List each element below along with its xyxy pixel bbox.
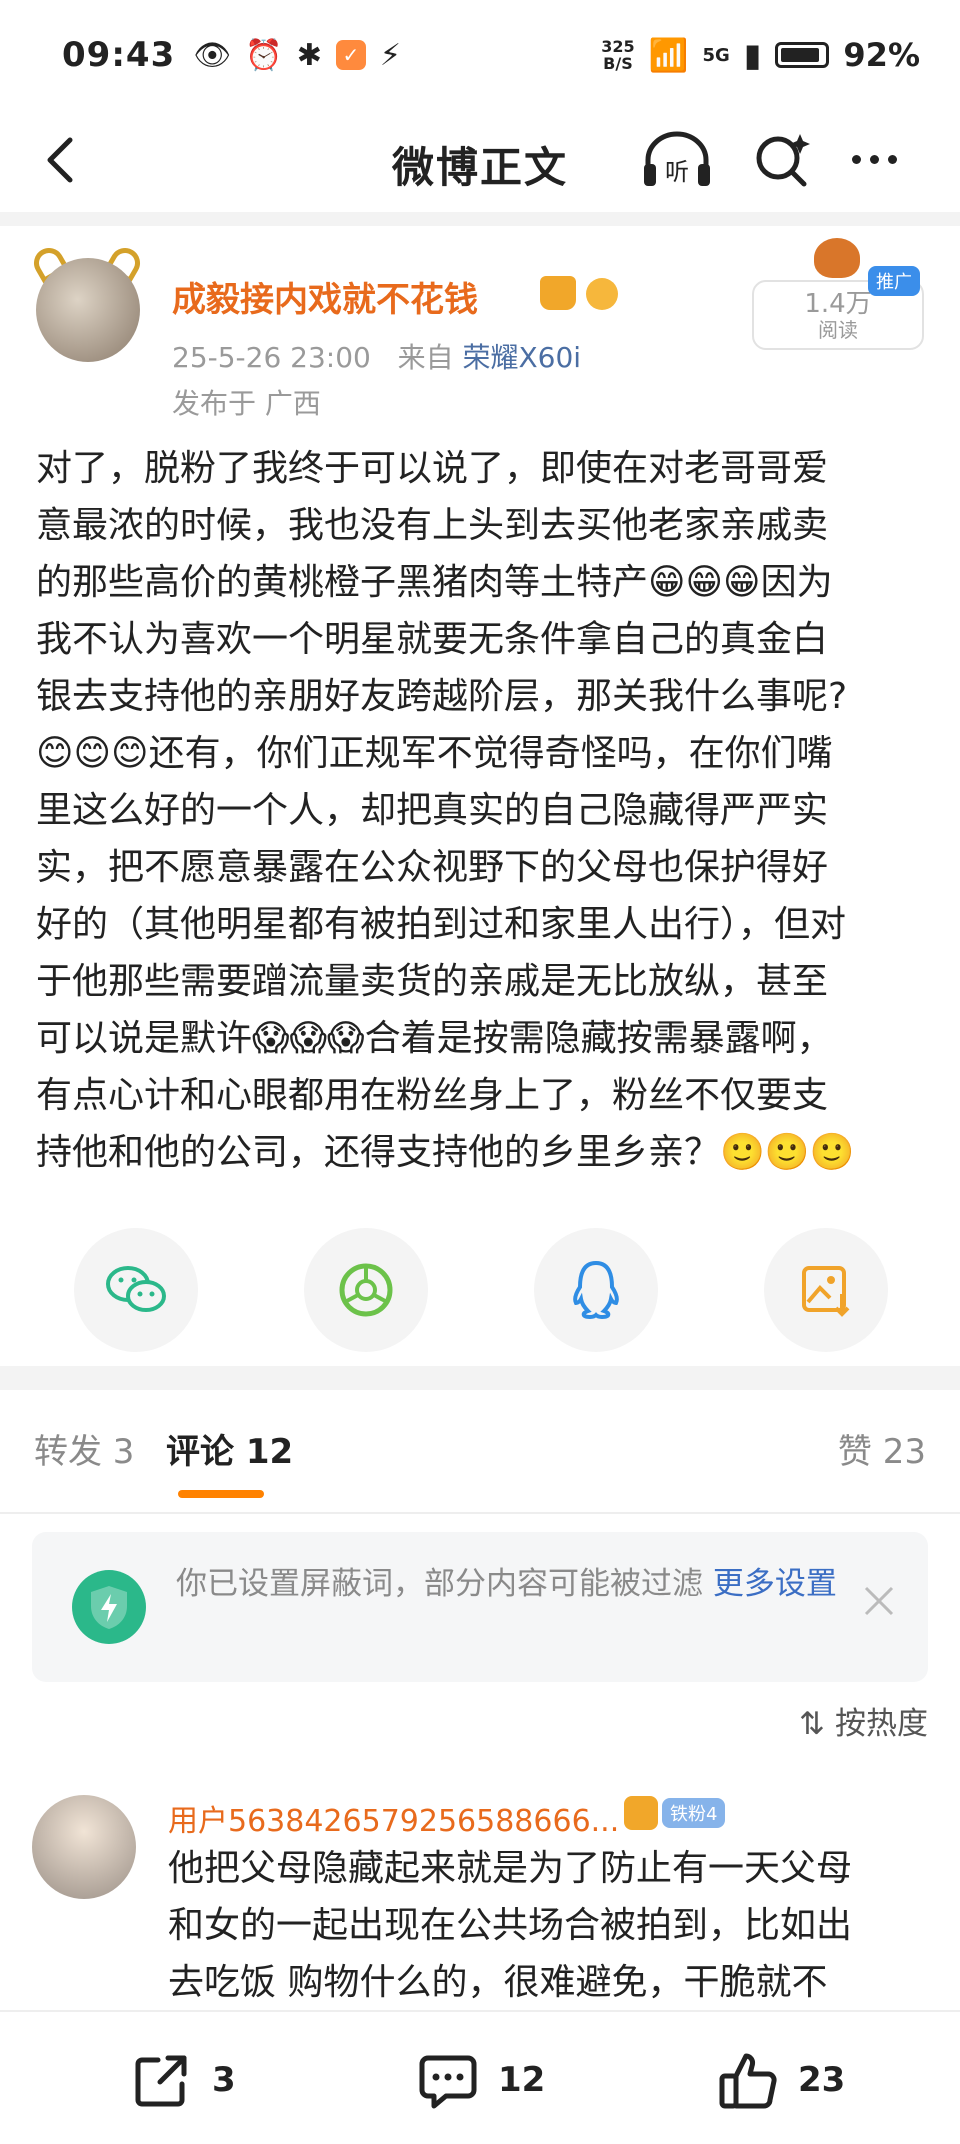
netspeed: 325 B/S <box>601 38 634 72</box>
promo-tag: 推广 <box>868 266 920 296</box>
wechat-icon <box>106 1266 166 1312</box>
bottom-action-bar: 3 12 23 <box>0 2010 960 2144</box>
wifi-icon: 📶 <box>648 36 689 74</box>
post-line: 我不认为喜欢一个明星就要无条件拿自己的真金白 <box>36 619 829 660</box>
commenter-username[interactable]: 用户5638426579256588666... <box>168 1796 619 1840</box>
tab-repost[interactable]: 转发 3 <box>34 1424 134 1473</box>
post-line: 😊😊😊还有，你们正规军不觉得奇怪吗，在你们嘴 <box>36 733 833 774</box>
share-icon <box>135 2055 187 2107</box>
battery-icon <box>775 42 830 68</box>
crown-badge-icon[interactable] <box>540 276 576 310</box>
status-right: 325 B/S 📶 5G ▮ 92% <box>601 36 920 74</box>
shield-icon <box>72 1570 146 1644</box>
netspeed-unit: B/S <box>603 54 633 73</box>
like-button[interactable]: 23 <box>716 2048 845 2112</box>
search-icon[interactable] <box>752 130 812 190</box>
post-line: 持他和他的公司，还得支持他的乡里乡亲？🙂🙂🙂 <box>36 1132 855 1173</box>
tab-likes[interactable]: 赞 23 <box>838 1424 926 1473</box>
comment-line: 去吃饭 购物什么的，很难避免，干脆就不 <box>168 1962 828 2003</box>
save-image-icon <box>802 1266 850 1317</box>
post-line: 里这么好的一个人，却把真实的自己隐藏得严严实 <box>36 790 829 831</box>
post-line: 于他那些需要蹭流量卖货的亲戚是无比放纵，甚至 <box>36 961 829 1002</box>
save-image-button[interactable] <box>764 1228 888 1352</box>
comment-button[interactable]: 12 <box>416 2048 545 2112</box>
status-bar: 09:43 👁 ⏰ ✱ ✓ ⚡ 325 B/S 📶 5G ▮ 92% <box>0 0 960 110</box>
status-notification-icons: 👁 ⏰ ✱ ✓ ⚡ <box>193 38 401 73</box>
more-icon[interactable] <box>852 144 922 174</box>
fan-level-label: 铁粉4 <box>662 1798 726 1828</box>
nav-bar: 微博正文 听 <box>0 110 960 210</box>
post-body: 对了，脱粉了我终于可以说了，即使在对老哥哥爱 意最浓的时候，我也没有上头到去买他… <box>36 440 926 1181</box>
app-badge-icon: ✓ <box>335 40 366 70</box>
listen-label: 听 <box>665 158 689 186</box>
close-icon[interactable] <box>862 1584 896 1618</box>
post-line: 意最浓的时候，我也没有上头到去买他老家亲戚卖 <box>36 505 829 546</box>
divider <box>0 1366 960 1390</box>
tab-comments[interactable]: 评论 12 <box>166 1424 293 1473</box>
author-username[interactable]: 成毅接内戏就不花钱 <box>172 272 478 321</box>
bluetooth-icon: ✱ <box>296 37 322 73</box>
eye-icon: 👁 <box>193 37 232 73</box>
page-title: 微博正文 <box>391 143 568 192</box>
status-time: 09:43 <box>62 35 176 75</box>
fan-badge[interactable]: 铁粉4 <box>624 1796 726 1830</box>
post-line: 的那些高价的黄桃橙子黑猪肉等土特产😁😁😁因为 <box>36 562 833 603</box>
share-qq-button[interactable] <box>534 1228 658 1352</box>
battery-percent: 92% <box>843 36 920 74</box>
share-wechat-button[interactable] <box>74 1228 198 1352</box>
qq-icon <box>573 1260 619 1320</box>
pot-decoration-icon <box>814 238 860 278</box>
post-source-prefix: 来自 <box>397 341 454 374</box>
network-type: 5G <box>702 44 730 66</box>
comment-count: 12 <box>498 2060 546 2100</box>
active-tab-indicator <box>178 1490 264 1498</box>
tabs: 转发 3 评论 12 赞 23 <box>0 1410 960 1510</box>
more-settings-link[interactable]: 更多设置 <box>713 1566 837 1602</box>
post-line: 好的（其他明星都有被拍到过和家里人出行），但对 <box>36 904 847 945</box>
sort-button[interactable]: ⇅ 按热度 <box>799 1698 928 1743</box>
signal-icon: ▮ <box>743 36 762 74</box>
moments-icon <box>339 1263 393 1317</box>
share-moments-button[interactable] <box>304 1228 428 1352</box>
repost-button[interactable]: 3 <box>130 2048 236 2112</box>
notice-text: 你已设置屏蔽词，部分内容可能被过滤 更多设置 <box>176 1560 866 1608</box>
divider <box>0 212 960 226</box>
comment-line: 他把父母隐藏起来就是为了防止有一天父母 <box>168 1848 853 1889</box>
post-device[interactable]: 荣耀X60i <box>463 341 582 374</box>
repost-count: 3 <box>212 2060 236 2100</box>
post-meta: 25-5-26 23:00 来自 荣耀X60i <box>172 336 581 376</box>
like-count: 23 <box>798 2060 846 2100</box>
comment-icon <box>419 2055 477 2109</box>
alarm-icon: ⏰ <box>245 37 283 73</box>
link-icon: ⚡ <box>379 37 401 73</box>
sort-icon: ⇅ <box>799 1706 826 1742</box>
crown-badge-icon <box>624 1796 658 1830</box>
author-avatar[interactable] <box>36 258 140 362</box>
thumbs-up-icon <box>719 2053 777 2109</box>
share-row <box>0 1228 960 1352</box>
sort-label: 按热度 <box>835 1706 928 1742</box>
post-line: 有点心计和心眼都用在粉丝身上了，粉丝不仅要支 <box>36 1075 829 1116</box>
listen-icon[interactable]: 听 <box>640 130 714 190</box>
post-line: 可以说是默许😱😱😱合着是按需隐藏按需暴露啊， <box>36 1018 833 1059</box>
read-label: 阅读 <box>818 318 858 342</box>
post-location: 发布于 广西 <box>172 387 321 420</box>
filter-notice: 你已设置屏蔽词，部分内容可能被过滤 更多设置 <box>32 1532 928 1682</box>
commenter-avatar[interactable] <box>32 1795 136 1899</box>
comment-line: 和女的一起出现在公共场合被拍到，比如出 <box>168 1905 853 1946</box>
post-line: 银去支持他的亲朋好友跨越阶层，那关我什么事呢? <box>36 676 848 717</box>
post-date: 25-5-26 23:00 <box>172 341 371 374</box>
post-line: 实，把不愿意暴露在公众视野下的父母也保护得好 <box>36 847 829 888</box>
emoji-badge-icon[interactable] <box>586 278 618 310</box>
comment-text: 他把父母隐藏起来就是为了防止有一天父母 和女的一起出现在公共场合被拍到，比如出 … <box>168 1840 928 2011</box>
notice-message: 你已设置屏蔽词，部分内容可能被过滤 <box>176 1566 713 1602</box>
post-line: 对了，脱粉了我终于可以说了，即使在对老哥哥爱 <box>36 448 829 489</box>
divider <box>0 1512 960 1514</box>
